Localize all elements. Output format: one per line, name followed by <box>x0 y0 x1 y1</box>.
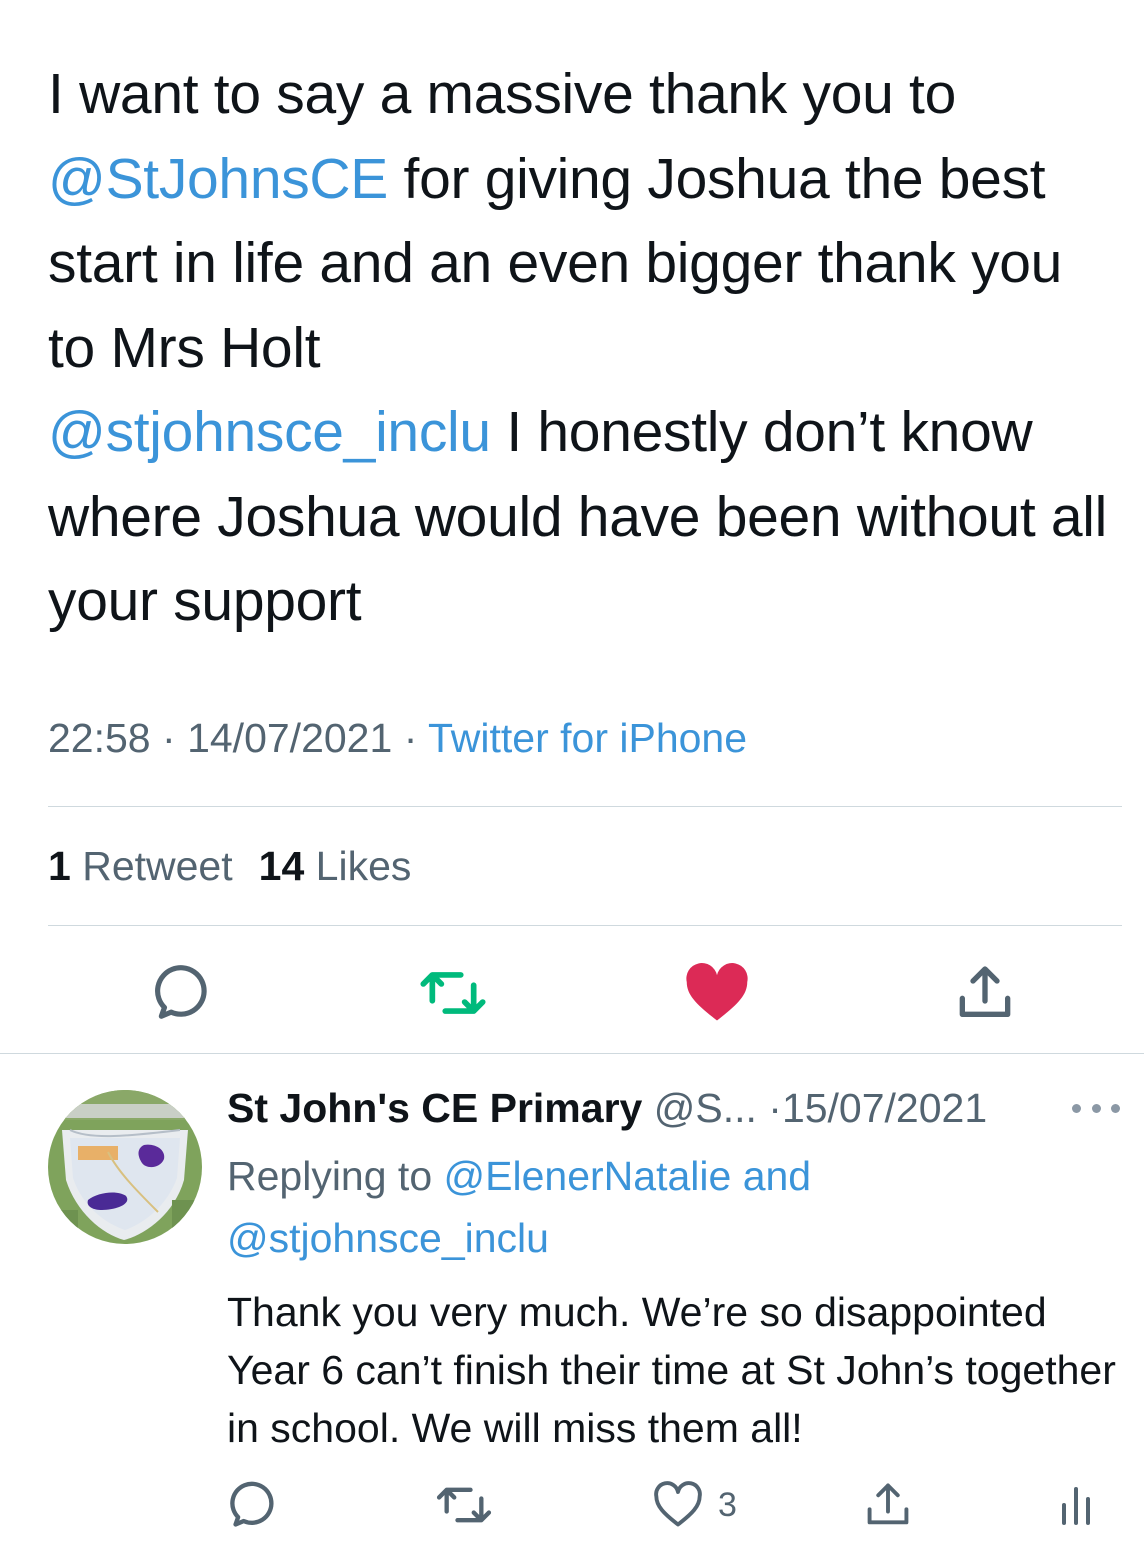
more-options-icon[interactable] <box>1072 1096 1120 1120</box>
tweet-time: 22:58 <box>48 715 151 761</box>
meta-separator: · <box>403 715 418 761</box>
reply-header: St John's CE Primary @S... ·15/07/2021 <box>227 1085 987 1132</box>
reply-like-count: 3 <box>718 1485 737 1524</box>
meta-separator: · <box>162 715 176 761</box>
retweet-button[interactable] <box>418 958 488 1028</box>
likes-stat[interactable]: 14 Likes <box>259 843 412 889</box>
divider <box>0 1053 1144 1054</box>
analytics-icon <box>1062 1487 1090 1525</box>
reply-button[interactable] <box>146 958 216 1028</box>
replying-prefix: Replying to <box>227 1153 433 1199</box>
meta-separator: · <box>768 1085 782 1131</box>
tweet-stats: 1 Retweet 14 Likes <box>48 843 411 890</box>
likes-count: 14 <box>258 843 305 889</box>
retweet-icon <box>436 1487 492 1523</box>
replying-and[interactable]: and <box>743 1153 811 1199</box>
like-button[interactable]: 3 <box>652 1475 737 1535</box>
reply-date[interactable]: 15/07/2021 <box>782 1085 987 1131</box>
share-button[interactable] <box>950 958 1020 1028</box>
divider <box>48 925 1122 926</box>
share-button[interactable] <box>862 1475 914 1535</box>
tweet-meta: 22:58 · 14/07/2021 · Twitter for iPhone <box>48 715 747 762</box>
retweet-icon <box>420 972 486 1014</box>
mention-link[interactable]: @ElenerNatalie <box>444 1153 732 1199</box>
tweet-text-segment: I want to say a massive thank you to <box>48 62 956 126</box>
reply-icon <box>230 1481 274 1527</box>
reply-display-name[interactable]: St John's CE Primary <box>227 1085 642 1131</box>
tweet-text: I want to say a massive thank you to @St… <box>48 52 1118 644</box>
avatar-image <box>48 1090 202 1244</box>
reply-text: Thank you very much. We’re so disappoint… <box>227 1289 1116 1451</box>
tweet-action-bar <box>0 958 1144 1028</box>
analytics-button[interactable] <box>1056 1475 1096 1535</box>
reply-button[interactable] <box>226 1475 278 1535</box>
reply-action-bar: 3 <box>0 1475 1144 1535</box>
reply-icon <box>155 965 207 1019</box>
retweet-label: Retweet <box>82 843 233 889</box>
retweets-stat[interactable]: 1 Retweet <box>48 843 233 889</box>
share-icon <box>959 966 1011 1017</box>
mention-link[interactable]: @stjohnsce_inclu <box>48 400 491 464</box>
retweet-button[interactable] <box>434 1475 494 1535</box>
replying-to: Replying to @ElenerNatalie and @stjohnsc… <box>227 1145 1107 1269</box>
mention-link[interactable]: @StJohnsCE <box>48 147 388 211</box>
like-button[interactable] <box>682 958 752 1028</box>
retweet-count: 1 <box>48 843 71 889</box>
tweet-body: I want to say a massive thank you to @St… <box>48 52 1118 644</box>
heart-filled-icon <box>686 963 748 1021</box>
share-icon <box>867 1483 909 1525</box>
reply-handle[interactable]: @S... <box>654 1085 757 1131</box>
mention-link[interactable]: @stjohnsce_inclu <box>227 1215 549 1261</box>
tweet-source-link[interactable]: Twitter for iPhone <box>428 715 747 761</box>
tweet-date[interactable]: 14/07/2021 <box>187 715 392 761</box>
heart-outline-icon <box>654 1481 702 1527</box>
likes-label: Likes <box>315 843 412 889</box>
divider <box>48 806 1122 807</box>
avatar[interactable] <box>48 1090 202 1244</box>
